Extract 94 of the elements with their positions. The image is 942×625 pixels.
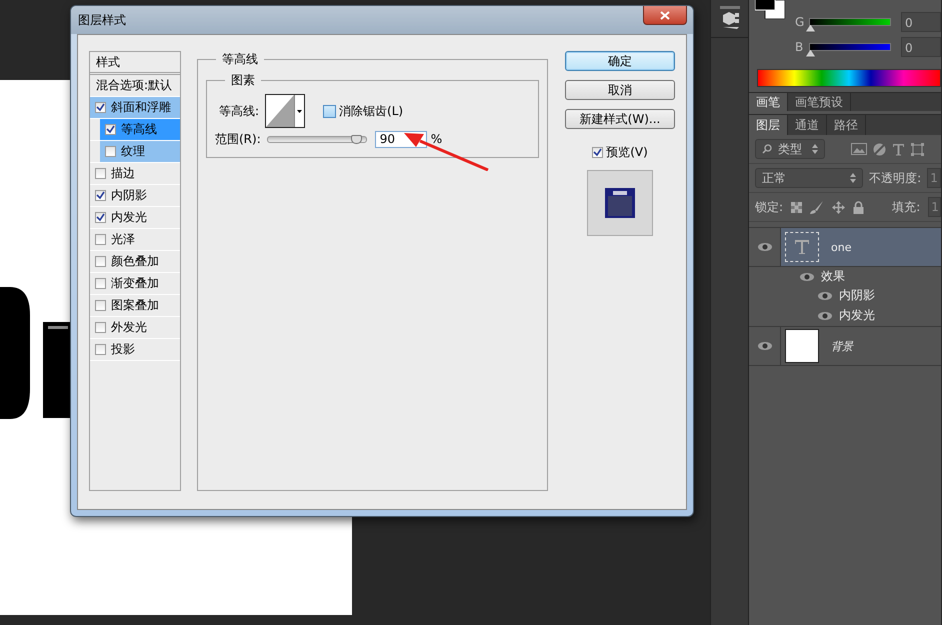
type-icon[interactable] [892, 142, 905, 156]
brush-icon[interactable] [810, 200, 824, 214]
group-title: 等高线 [221, 51, 259, 68]
dialog-button[interactable]: 取消 [565, 80, 675, 100]
panel-tab[interactable]: 画笔预设 [788, 93, 851, 111]
channel-label: G [795, 14, 803, 28]
checkbox-label: 预览(V) [606, 144, 648, 161]
style-item[interactable]: 描边 [90, 163, 180, 185]
transform-icon[interactable] [911, 142, 924, 156]
style-item[interactable]: 光泽 [90, 229, 180, 251]
eye-icon[interactable] [817, 310, 833, 320]
move-icon[interactable] [832, 200, 846, 214]
checkmark-icon [593, 148, 602, 157]
dialog-button[interactable]: 新建样式(W)... [565, 109, 675, 129]
subgroup-title: 图素 [230, 72, 256, 89]
channel-input[interactable]: 0 [901, 12, 941, 32]
layer-row[interactable]: one [781, 228, 941, 266]
blend-mode-dropdown[interactable]: 正常 [755, 168, 864, 188]
panel-tab[interactable]: 路径 [827, 115, 866, 135]
contour-curve-icon [266, 95, 294, 127]
styles-header: 样式 [90, 52, 180, 75]
checkbox[interactable] [95, 102, 106, 113]
effect-name[interactable]: 内发光 [839, 307, 875, 324]
style-item[interactable]: 图案叠加 [90, 295, 180, 317]
checkbox[interactable] [95, 256, 106, 267]
contour-picker[interactable] [265, 94, 306, 128]
layer-row[interactable]: 背景 [781, 327, 941, 365]
checkbox[interactable] [105, 146, 116, 157]
layer-name: one [831, 240, 852, 254]
close-button[interactable] [643, 6, 687, 25]
style-item[interactable]: 等高线 [100, 119, 180, 140]
slider-thumb[interactable] [806, 24, 815, 32]
style-item[interactable]: 投影 [90, 339, 180, 361]
effect-name[interactable]: 内阴影 [839, 287, 875, 304]
style-item[interactable]: 外发光 [90, 317, 180, 339]
layer-name: 背景 [831, 338, 853, 354]
eye-icon[interactable] [756, 242, 772, 252]
checkmark-icon [96, 103, 105, 112]
eye-icon[interactable] [756, 341, 772, 351]
fill-label: 填充: [892, 198, 920, 216]
lock-label: 锁定: [755, 198, 784, 216]
channel-label: B [795, 40, 803, 54]
eye-icon[interactable] [799, 272, 815, 282]
checkbox[interactable] [95, 300, 106, 311]
checkbox[interactable] [95, 212, 106, 223]
checkbox[interactable] [95, 168, 106, 179]
eye-icon[interactable] [817, 290, 833, 300]
effects-label: 效果 [821, 268, 845, 285]
grip-icon [720, 6, 740, 9]
search-icon [762, 144, 772, 154]
checkbox[interactable] [95, 322, 106, 333]
slider-thumb[interactable] [806, 50, 815, 56]
checkbox[interactable] [95, 234, 106, 245]
layer-thumbnail [785, 329, 819, 363]
style-item[interactable]: 颜色叠加 [90, 251, 180, 273]
checkbox[interactable] [95, 278, 106, 289]
preview-swatch-icon [605, 188, 635, 218]
channel-input[interactable]: 0 [901, 36, 941, 56]
checkmark-icon [96, 213, 105, 222]
panel-tab[interactable]: 通道 [788, 115, 827, 135]
dialog-button[interactable]: 确定 [565, 51, 675, 71]
panel-tab[interactable]: 图层 [749, 115, 788, 135]
style-item[interactable]: 斜面和浮雕 [90, 97, 180, 119]
close-icon [660, 10, 670, 20]
updown-icon [812, 144, 818, 154]
checkbox[interactable] [323, 104, 336, 118]
panel-tab[interactable]: 画笔 [749, 93, 788, 111]
checkerboard-icon[interactable] [791, 202, 802, 212]
percent-unit: % [430, 132, 442, 146]
slider-thumb[interactable] [350, 134, 362, 144]
style-item[interactable]: 内发光 [90, 207, 180, 229]
checkmark-icon [96, 191, 105, 200]
updown-icon [850, 173, 856, 183]
dialog-title: 图层样式 [78, 12, 127, 28]
circle-half-icon[interactable] [873, 142, 886, 156]
checkbox[interactable] [592, 147, 604, 158]
color-swatches-icon[interactable] [755, 0, 785, 19]
dropdown-icon [297, 110, 302, 112]
style-item[interactable]: 渐变叠加 [90, 273, 180, 295]
checkbox[interactable] [95, 190, 106, 201]
style-item[interactable]: 内阴影 [90, 185, 180, 207]
opacity-label: 不透明度: [869, 170, 922, 186]
filter-dropdown[interactable]: 类型 [755, 139, 825, 159]
contour-label: 等高线: [219, 102, 260, 120]
checkbox-label: 消除锯齿(L) [339, 102, 404, 120]
checkmark-icon [106, 125, 115, 134]
checkbox[interactable] [105, 124, 116, 135]
image-filter-icon[interactable] [851, 143, 867, 155]
checkbox[interactable] [95, 344, 106, 355]
style-item[interactable]: 纹理 [100, 141, 180, 162]
lock-icon[interactable] [853, 200, 864, 214]
type-icon [794, 239, 810, 255]
color-spectrum[interactable] [757, 69, 941, 87]
range-label: 范围(R): [215, 130, 261, 148]
